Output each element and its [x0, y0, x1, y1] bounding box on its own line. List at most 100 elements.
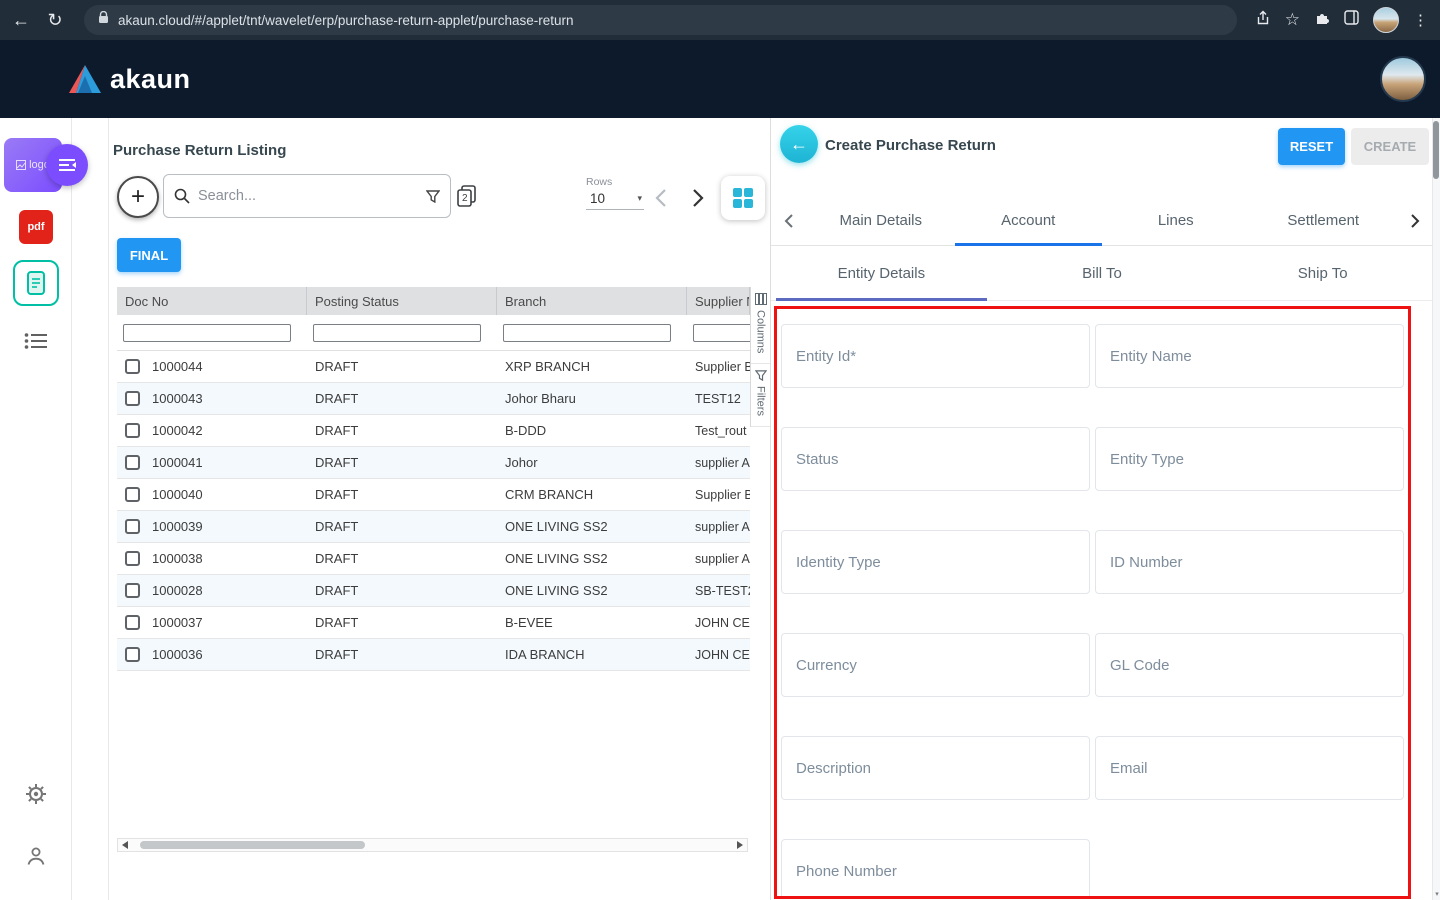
add-button[interactable]: + — [117, 176, 159, 218]
scrollbar-thumb[interactable] — [140, 841, 365, 849]
list-menu-item[interactable] — [0, 332, 72, 350]
document-app-icon[interactable] — [0, 260, 72, 306]
tab-main-details[interactable]: Main Details — [807, 196, 955, 245]
tab-account[interactable]: Account — [955, 196, 1103, 245]
prev-page-button[interactable] — [655, 188, 667, 213]
supplier: Supplier B — [687, 351, 750, 382]
field-label: Entity Type — [1110, 451, 1184, 468]
table-row[interactable]: 1000041 DRAFT Johor supplier AA — [117, 447, 750, 479]
scroll-down-arrow[interactable]: ▾ — [1433, 890, 1440, 898]
row-checkbox[interactable] — [125, 455, 140, 470]
next-page-button[interactable] — [692, 188, 704, 213]
scrollbar-track[interactable] — [132, 839, 733, 851]
subtab-ship-to[interactable]: Ship To — [1212, 246, 1433, 300]
share-icon[interactable] — [1255, 10, 1271, 31]
tab-settlement[interactable]: Settlement — [1250, 196, 1398, 245]
url-bar[interactable]: akaun.cloud/#/applet/tnt/wavelet/erp/pur… — [84, 5, 1237, 35]
col-branch[interactable]: Branch — [497, 287, 687, 315]
col-doc-no[interactable]: Doc No — [117, 287, 307, 315]
table-row[interactable]: 1000036 DRAFT IDA BRANCH JOHN CENA — [117, 639, 750, 671]
doc-no: 1000042 — [152, 423, 203, 438]
row-checkbox[interactable] — [125, 391, 140, 406]
person-icon — [24, 844, 48, 868]
field-entity-type[interactable]: Entity Type — [1095, 427, 1404, 491]
subtab-bill-to[interactable]: Bill To — [992, 246, 1213, 300]
gear-icon — [24, 782, 48, 806]
extensions-puzzle-icon[interactable] — [1314, 10, 1330, 31]
field-label: Currency — [796, 657, 857, 674]
field-description[interactable]: Description — [781, 736, 1090, 800]
posting-status: DRAFT — [307, 639, 497, 670]
browser-profile-avatar[interactable] — [1373, 7, 1399, 33]
sidebar-collapse-button[interactable] — [46, 144, 88, 186]
scroll-left-arrow[interactable] — [118, 839, 132, 851]
row-checkbox[interactable] — [125, 359, 140, 374]
pdf-app-icon[interactable]: pdf — [0, 210, 72, 244]
search-icon — [174, 188, 190, 204]
row-checkbox[interactable] — [125, 423, 140, 438]
field-entity-id[interactable]: Entity Id* — [781, 324, 1090, 388]
tabs-scroll-right[interactable] — [1397, 196, 1433, 245]
col-supplier[interactable]: Supplier N — [687, 287, 750, 315]
table-row[interactable]: 1000040 DRAFT CRM BRANCH Supplier B — [117, 479, 750, 511]
user-avatar[interactable] — [1380, 56, 1426, 102]
tab-lines[interactable]: Lines — [1102, 196, 1250, 245]
rows-per-page-select[interactable]: Rows 10 ▾ — [586, 176, 644, 210]
search-box — [163, 174, 451, 218]
filter-funnel-icon[interactable] — [426, 190, 440, 203]
side-panel-icon[interactable] — [1344, 10, 1359, 30]
back-button[interactable]: ← — [780, 125, 818, 163]
table-row[interactable]: 1000039 DRAFT ONE LIVING SS2 supplier AA — [117, 511, 750, 543]
settings-menu-item[interactable] — [0, 782, 72, 806]
search-input[interactable] — [198, 188, 418, 204]
create-button[interactable]: CREATE — [1351, 128, 1429, 165]
field-id-number[interactable]: ID Number — [1095, 530, 1404, 594]
tabs-scroll-left[interactable] — [771, 196, 807, 245]
grid-view-button[interactable] — [721, 176, 765, 220]
columns-side-tab[interactable]: Columns — [751, 287, 770, 364]
field-label: Entity Id* — [796, 348, 856, 365]
row-checkbox[interactable] — [125, 487, 140, 502]
back-arrow-icon: ← — [790, 134, 808, 155]
browser-menu-icon[interactable]: ⋮ — [1413, 11, 1428, 29]
reset-button[interactable]: RESET — [1278, 128, 1345, 165]
row-checkbox[interactable] — [125, 519, 140, 534]
field-email[interactable]: Email — [1095, 736, 1404, 800]
filter-branch-input[interactable] — [503, 324, 671, 342]
field-identity-type[interactable]: Identity Type — [781, 530, 1090, 594]
subtab-entity-details[interactable]: Entity Details — [771, 246, 992, 300]
table-row[interactable]: 1000037 DRAFT B-EVEE JOHN CENA — [117, 607, 750, 639]
filter-supplier-input[interactable] — [693, 324, 750, 342]
field-currency[interactable]: Currency — [781, 633, 1090, 697]
filters-side-tab[interactable]: Filters — [751, 364, 770, 427]
profile-menu-item[interactable] — [0, 844, 72, 868]
table-row[interactable]: 1000043 DRAFT Johor Bharu TEST12 — [117, 383, 750, 415]
table-row[interactable]: 1000044 DRAFT XRP BRANCH Supplier B — [117, 351, 750, 383]
table-row[interactable]: 1000042 DRAFT B-DDD Test_rout — [117, 415, 750, 447]
filter-doc-no-input[interactable] — [123, 324, 291, 342]
vertical-scrollbar-thumb[interactable] — [1433, 121, 1439, 179]
table-row[interactable]: 1000038 DRAFT ONE LIVING SS2 supplier AA — [117, 543, 750, 575]
horizontal-scrollbar[interactable] — [117, 838, 748, 852]
supplier: supplier AA — [687, 447, 750, 478]
vertical-scrollbar[interactable]: ▾ — [1432, 118, 1440, 900]
col-posting-status[interactable]: Posting Status — [307, 287, 497, 315]
row-checkbox[interactable] — [125, 647, 140, 662]
field-phone-number[interactable]: Phone Number — [781, 839, 1090, 897]
back-icon[interactable]: ← — [10, 11, 32, 29]
field-label: Phone Number — [796, 863, 897, 880]
row-checkbox[interactable] — [125, 583, 140, 598]
table-row[interactable]: 1000028 DRAFT ONE LIVING SS2 SB-TEST2 — [117, 575, 750, 607]
reload-icon[interactable]: ↻ — [44, 11, 66, 29]
field-entity-name[interactable]: Entity Name — [1095, 324, 1404, 388]
field-status[interactable]: Status — [781, 427, 1090, 491]
row-checkbox[interactable] — [125, 615, 140, 630]
akaun-logo[interactable]: akaun — [68, 64, 191, 95]
bookmark-star-icon[interactable]: ☆ — [1285, 10, 1300, 30]
final-filter-button[interactable]: FINAL — [117, 238, 181, 272]
row-checkbox[interactable] — [125, 551, 140, 566]
scroll-right-arrow[interactable] — [733, 839, 747, 851]
field-gl-code[interactable]: GL Code — [1095, 633, 1404, 697]
duplicate-view-button[interactable]: 2 — [455, 184, 479, 213]
filter-posting-status-input[interactable] — [313, 324, 481, 342]
